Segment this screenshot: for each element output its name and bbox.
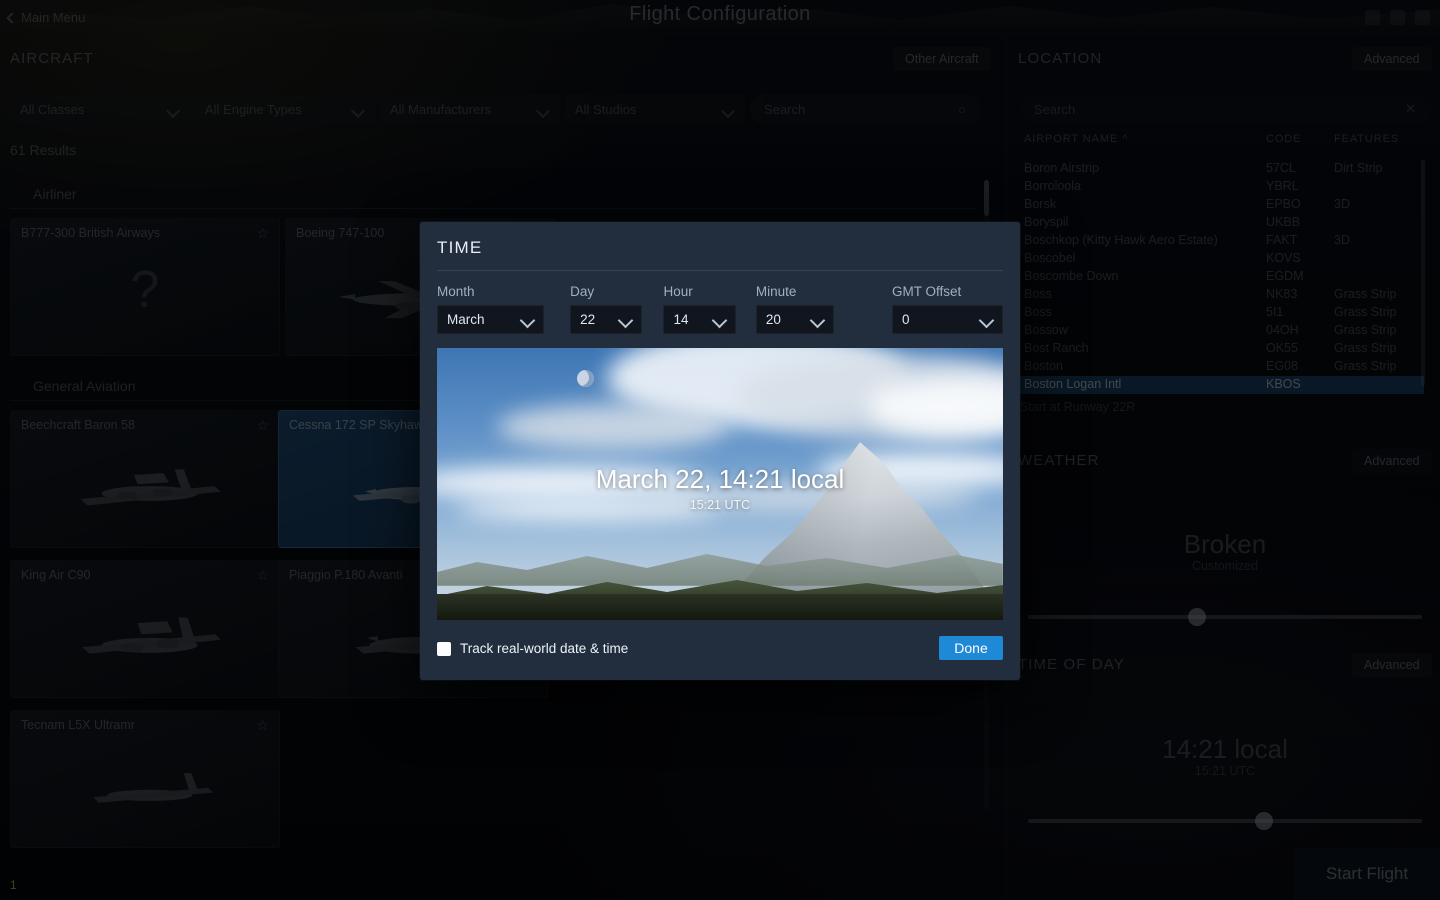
track-realworld-time-label: Track real-world date & time <box>460 641 629 656</box>
day-label: Day <box>570 284 595 299</box>
time-dialog: TIME Month March Day 22 Hour 14 Minute 2… <box>420 222 1020 680</box>
moon-icon <box>577 370 594 387</box>
hour-field: Hour 14 <box>663 284 736 334</box>
month-select[interactable]: March <box>437 305 545 334</box>
time-fields-row: Month March Day 22 Hour 14 Minute 20 GMT… <box>437 284 1003 334</box>
minute-label: Minute <box>755 284 797 299</box>
chevron-down-icon <box>619 315 633 324</box>
day-field: Day 22 <box>570 284 643 334</box>
gmt-offset-field: GMT Offset 0 <box>892 284 1003 334</box>
hour-select[interactable]: 14 <box>663 305 736 334</box>
preview-local-datetime: March 22, 14:21 local <box>595 464 845 494</box>
gmt-offset-select[interactable]: 0 <box>892 305 1003 334</box>
chevron-down-icon <box>713 315 727 324</box>
preview-utc-time: 15:21 UTC <box>689 498 751 512</box>
track-realworld-time-checkbox[interactable] <box>437 641 451 656</box>
minute-value: 20 <box>765 312 781 327</box>
day-select[interactable]: 22 <box>570 305 643 334</box>
chevron-down-icon <box>521 315 535 324</box>
dialog-title: TIME <box>437 238 483 257</box>
foreground-terrain-dark <box>437 594 1003 620</box>
time-preview-image: March 22, 14:21 local 15:21 UTC <box>437 348 1003 620</box>
done-button[interactable]: Done <box>939 636 1003 660</box>
dialog-footer: Track real-world date & time Done <box>437 636 1003 666</box>
month-field: Month March <box>437 284 545 334</box>
hour-value: 14 <box>673 312 689 327</box>
month-label: Month <box>437 284 475 299</box>
cloud <box>497 404 727 450</box>
dialog-title-divider <box>437 270 1003 271</box>
day-value: 22 <box>580 312 596 327</box>
hour-label: Hour <box>663 284 693 299</box>
minute-field: Minute 20 <box>755 284 835 334</box>
month-value: March <box>447 312 485 327</box>
track-realworld-time-row[interactable]: Track real-world date & time <box>437 641 628 656</box>
chevron-down-icon <box>980 315 994 324</box>
gmt-offset-label: GMT Offset <box>892 284 962 299</box>
gmt-offset-value: 0 <box>902 312 910 327</box>
chevron-down-icon <box>811 315 825 324</box>
minute-select[interactable]: 20 <box>755 305 835 334</box>
